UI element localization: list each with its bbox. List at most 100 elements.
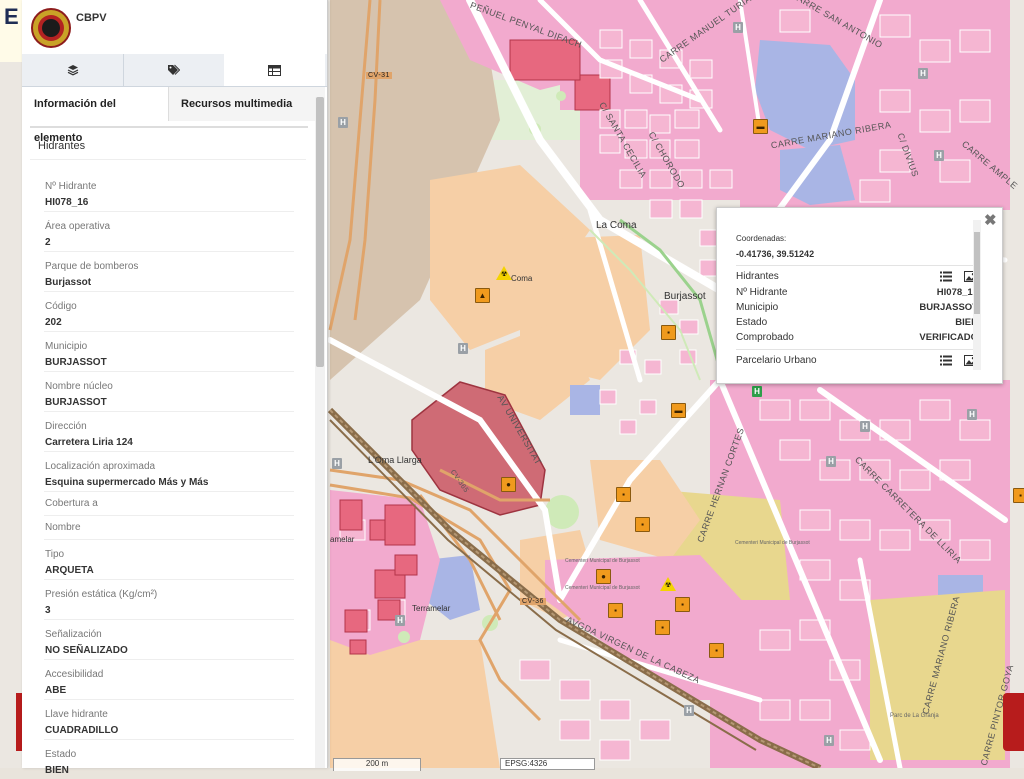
popup-row: Municipio BURJASSOT bbox=[736, 302, 978, 317]
attribute-label: Área operativa bbox=[45, 221, 111, 232]
attribute-label: Nombre bbox=[45, 522, 81, 533]
attribute-value: 2 bbox=[45, 237, 51, 248]
background-badge bbox=[1003, 693, 1024, 751]
attribute-label: Tipo bbox=[45, 549, 65, 560]
poi-icon[interactable]: ▪ bbox=[675, 597, 690, 612]
hydrant-marker-icon[interactable]: H bbox=[332, 458, 342, 469]
popup-key: Nº Hidrante bbox=[736, 287, 788, 298]
poi-icon[interactable]: ▪ bbox=[709, 643, 724, 658]
list-icon[interactable] bbox=[940, 271, 952, 282]
poi-icon[interactable]: ▪ bbox=[608, 603, 623, 618]
tab-table[interactable] bbox=[224, 54, 325, 86]
attribute-row: Parque de bomberos Burjassot bbox=[44, 252, 294, 292]
hydrant-marker-icon[interactable]: H bbox=[826, 456, 836, 467]
attribute-label: Nº Hidrante bbox=[45, 181, 97, 192]
attribute-value: BIEN bbox=[45, 765, 69, 776]
attribute-label: Presión estática (Kg/cm²) bbox=[45, 589, 158, 600]
attribute-value: 3 bbox=[45, 605, 51, 616]
close-icon[interactable]: ✖ bbox=[984, 211, 997, 229]
cbpv-logo bbox=[31, 8, 71, 48]
attribute-label: Municipio bbox=[45, 341, 88, 352]
hydrant-marker-icon[interactable]: H bbox=[860, 421, 870, 432]
attribute-row: Nombre núcleo BURJASSOT bbox=[44, 372, 294, 412]
hydrant-marker-icon[interactable]: H bbox=[338, 117, 348, 128]
subtabs: Información del elemento Recursos multim… bbox=[22, 87, 327, 144]
radiation-hazard-icon[interactable]: ☢ bbox=[496, 266, 512, 280]
popup-key: Municipio bbox=[736, 302, 779, 313]
attribute-label: Estado bbox=[45, 749, 77, 760]
place-label: Cementeri Municipal de Burjassot bbox=[735, 540, 810, 546]
attribute-list: Nº Hidrante HI078_16 Área operativa 2 Parq… bbox=[30, 172, 306, 779]
attribute-value: NO SEÑALIZADO bbox=[45, 645, 128, 656]
layer-title: Hidrantes bbox=[30, 132, 306, 160]
poi-icon[interactable]: ▪ bbox=[655, 620, 670, 635]
hydrant-marker-icon[interactable]: H bbox=[395, 615, 405, 626]
popup-row: Estado BIEN bbox=[736, 317, 978, 332]
attribute-value: Burjassot bbox=[45, 277, 92, 288]
popup-scrollbar-thumb[interactable] bbox=[974, 232, 980, 314]
hydrant-marker-icon[interactable]: H bbox=[684, 705, 694, 716]
poi-icon[interactable]: ▪ bbox=[616, 487, 631, 502]
people-poi-icon[interactable]: ● bbox=[501, 477, 516, 492]
panel-header: CBPV bbox=[22, 0, 327, 55]
panel-tabbar bbox=[22, 54, 327, 87]
poi-icon[interactable]: ▪ bbox=[661, 325, 676, 340]
attribute-row: Localización aproximada Esquina supermerc… bbox=[44, 452, 294, 492]
subtab-element-info[interactable]: Información del elemento bbox=[22, 87, 166, 144]
road-shield: CV-31 bbox=[366, 72, 392, 79]
attribute-label: Código bbox=[45, 301, 77, 312]
hydrant-marker-icon[interactable]: H bbox=[733, 22, 743, 33]
place-label: amelar bbox=[330, 535, 355, 544]
poi-icon[interactable]: ▪ bbox=[635, 517, 650, 532]
attribute-row: Cobertura a bbox=[44, 492, 294, 516]
attribute-label: Accesibilidad bbox=[45, 669, 104, 680]
attribute-label: Señalización bbox=[45, 629, 102, 640]
selected-hydrant-icon[interactable]: H bbox=[752, 386, 762, 397]
layers-icon bbox=[67, 65, 78, 76]
panel-scrollbar-thumb[interactable] bbox=[316, 97, 324, 367]
projection-select[interactable]: EPSG:4326 bbox=[500, 758, 595, 770]
attribute-value: Carretera Liria 124 bbox=[45, 437, 133, 448]
popup-section-parcelario: Parcelario Urbano bbox=[736, 355, 978, 370]
attribute-row: Llave hidrante CUADRADILLO bbox=[44, 700, 294, 740]
attribute-label: Localización aproximada bbox=[45, 461, 156, 472]
attribute-value: BURJASSOT bbox=[45, 357, 107, 368]
firestation-poi-icon[interactable]: ▲ bbox=[475, 288, 490, 303]
hydrant-marker-icon[interactable]: H bbox=[934, 150, 944, 161]
attribute-label: Llave hidrante bbox=[45, 709, 108, 720]
subtab-divider bbox=[30, 126, 308, 128]
side-panel: CBPV Información del elemento Recursos m… bbox=[22, 0, 328, 776]
place-label: Burjassot bbox=[664, 291, 706, 302]
attribute-value: 202 bbox=[45, 317, 62, 328]
popup-divider bbox=[736, 265, 978, 266]
attribute-row: Código 202 bbox=[44, 292, 294, 332]
popup-value: BURJASSOT bbox=[919, 302, 978, 313]
popup-actions bbox=[938, 355, 978, 367]
place-label: Parc de La Granja bbox=[890, 713, 939, 719]
attribute-value: BURJASSOT bbox=[45, 397, 107, 408]
coordinates-label: Coordenadas: bbox=[736, 234, 787, 243]
subtab-multimedia[interactable]: Recursos multimedia bbox=[168, 87, 325, 121]
list-icon[interactable] bbox=[940, 355, 952, 366]
attribute-row: Presión estática (Kg/cm²) 3 bbox=[44, 580, 294, 620]
coordinates-value: -0.41736, 39.51242 bbox=[736, 249, 815, 259]
hydrant-marker-icon[interactable]: H bbox=[458, 343, 468, 354]
people-poi-icon[interactable]: ● bbox=[596, 569, 611, 584]
poi-icon[interactable]: ▪ bbox=[1013, 488, 1024, 503]
popup-value: HI078_16 bbox=[936, 287, 978, 298]
popup-row: Comprobado VERIFICADO bbox=[736, 332, 978, 347]
tab-layers[interactable] bbox=[22, 54, 124, 86]
popup-section-hidrantes: Hidrantes bbox=[736, 271, 978, 286]
tab-tags[interactable] bbox=[123, 54, 225, 86]
attribute-row: Accesibilidad ABE bbox=[44, 660, 294, 700]
radiation-hazard-icon[interactable]: ☢ bbox=[660, 577, 676, 591]
app-title: CBPV bbox=[76, 12, 107, 24]
hydrant-marker-icon[interactable]: H bbox=[824, 735, 834, 746]
attribute-row: Nº Hidrante HI078_16 bbox=[44, 172, 294, 212]
bed-poi-icon[interactable]: ▬ bbox=[671, 403, 686, 418]
place-label: L'Oma Llarga bbox=[368, 455, 422, 465]
hydrant-marker-icon[interactable]: H bbox=[918, 68, 928, 79]
hydrant-marker-icon[interactable]: H bbox=[967, 409, 977, 420]
bed-poi-icon[interactable]: ▬ bbox=[753, 119, 768, 134]
popup-actions bbox=[938, 271, 978, 283]
